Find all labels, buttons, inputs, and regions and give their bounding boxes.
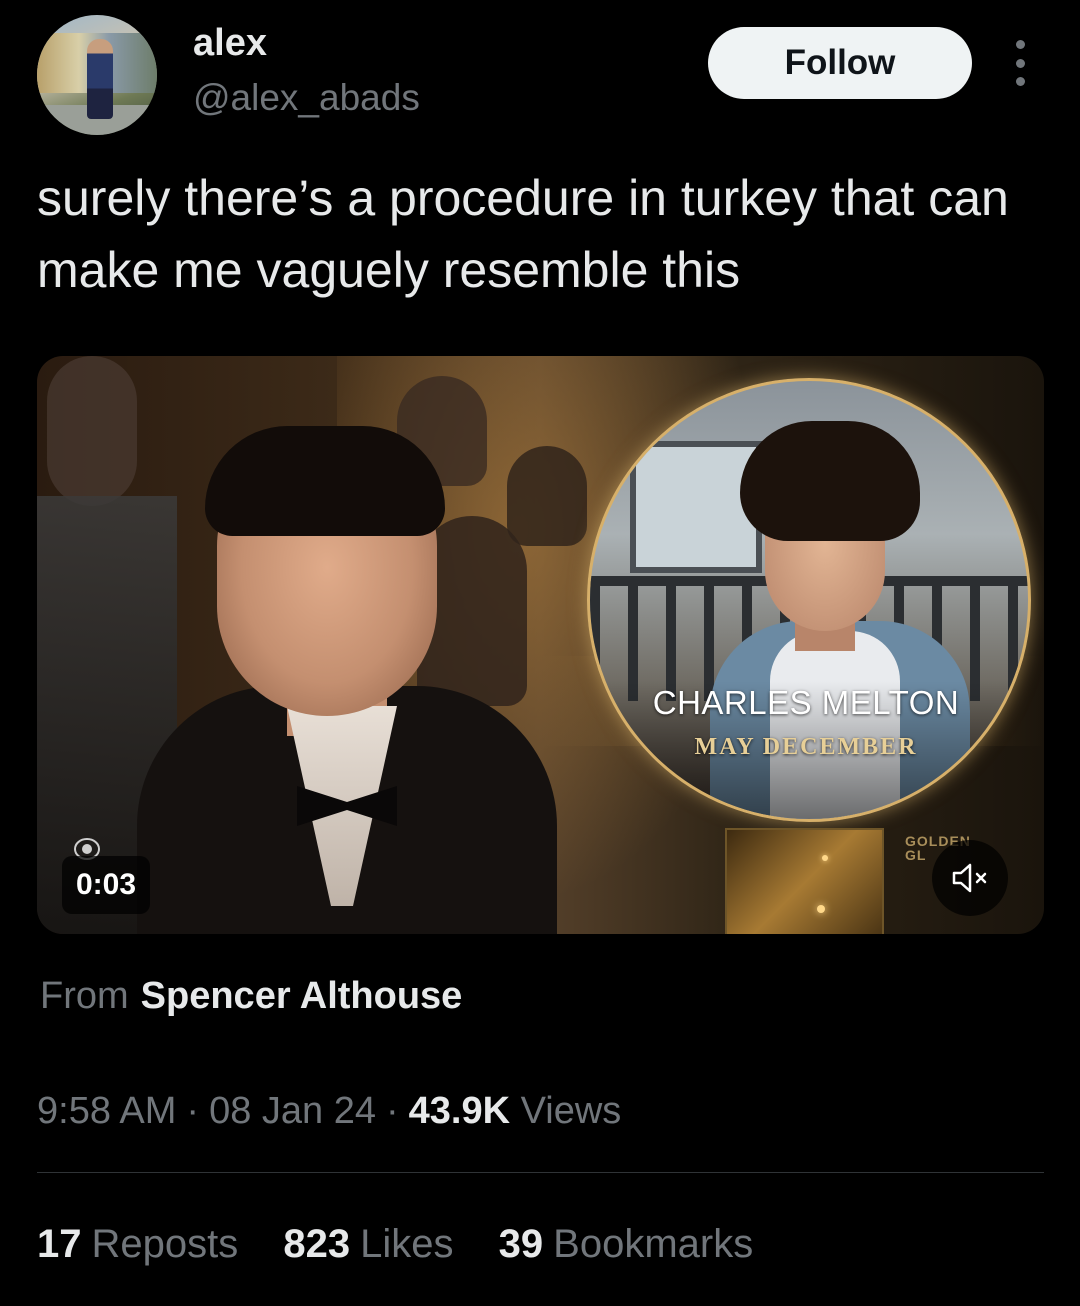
mute-button[interactable] <box>932 840 1008 916</box>
more-dots-icon[interactable] <box>1008 40 1032 86</box>
hair <box>740 421 920 541</box>
bookmarks-label: Bookmarks <box>553 1222 754 1266</box>
display-name[interactable]: alex <box>193 22 267 65</box>
nominee-name: CHARLES MELTON <box>652 684 960 721</box>
film-title: MAY DECEMBER <box>694 734 918 760</box>
views-label: Views <box>520 1090 622 1132</box>
likes-count: 823 <box>283 1222 351 1266</box>
engagement-stats: 17 Reposts 823 Likes 39 Bookmarks <box>37 1222 787 1267</box>
avatar[interactable] <box>37 15 157 135</box>
dot <box>1015 40 1025 49</box>
user-handle[interactable]: @alex_abads <box>193 77 420 119</box>
source-name-link[interactable]: Spencer Althouse <box>141 975 463 1017</box>
separator: · <box>186 1090 200 1132</box>
dot <box>1015 77 1025 86</box>
main-subject <box>137 386 557 934</box>
bookmarks-count: 39 <box>498 1222 544 1266</box>
gold-panel <box>725 828 884 934</box>
likes-stat[interactable]: 823 Likes <box>283 1222 453 1266</box>
bookmarks-stat[interactable]: 39 Bookmarks <box>499 1222 754 1266</box>
reposts-label: Reposts <box>91 1222 239 1266</box>
source-attribution: From Spencer Althouse <box>40 975 462 1018</box>
views-count: 43.9K <box>408 1090 511 1132</box>
sparkle <box>822 855 828 861</box>
likes-label: Likes <box>360 1222 454 1266</box>
post-date[interactable]: 08 Jan 24 <box>209 1090 376 1132</box>
reposts-count: 17 <box>37 1222 82 1266</box>
tweet-meta: 9:58 AM · 08 Jan 24 · 43.9K Views <box>37 1090 621 1133</box>
hair <box>205 426 445 536</box>
video-player[interactable]: CHARLES MELTON MAY DECEMBER GOLDEN GL 0:… <box>37 356 1044 934</box>
follow-button[interactable]: Follow <box>708 27 972 99</box>
speaker-muted-icon <box>952 863 987 893</box>
divider <box>37 1172 1044 1173</box>
post-time[interactable]: 9:58 AM <box>37 1090 176 1132</box>
tweet-text: surely there’s a procedure in turkey tha… <box>37 170 1009 298</box>
avatar-person <box>87 39 113 119</box>
sparkle <box>817 905 825 913</box>
dot <box>1015 58 1025 68</box>
video-timestamp: 0:03 <box>62 856 150 914</box>
separator: · <box>386 1090 399 1132</box>
reposts-stat[interactable]: 17 Reposts <box>37 1222 238 1266</box>
source-prefix: From <box>40 975 129 1017</box>
audience-figure <box>47 356 137 506</box>
